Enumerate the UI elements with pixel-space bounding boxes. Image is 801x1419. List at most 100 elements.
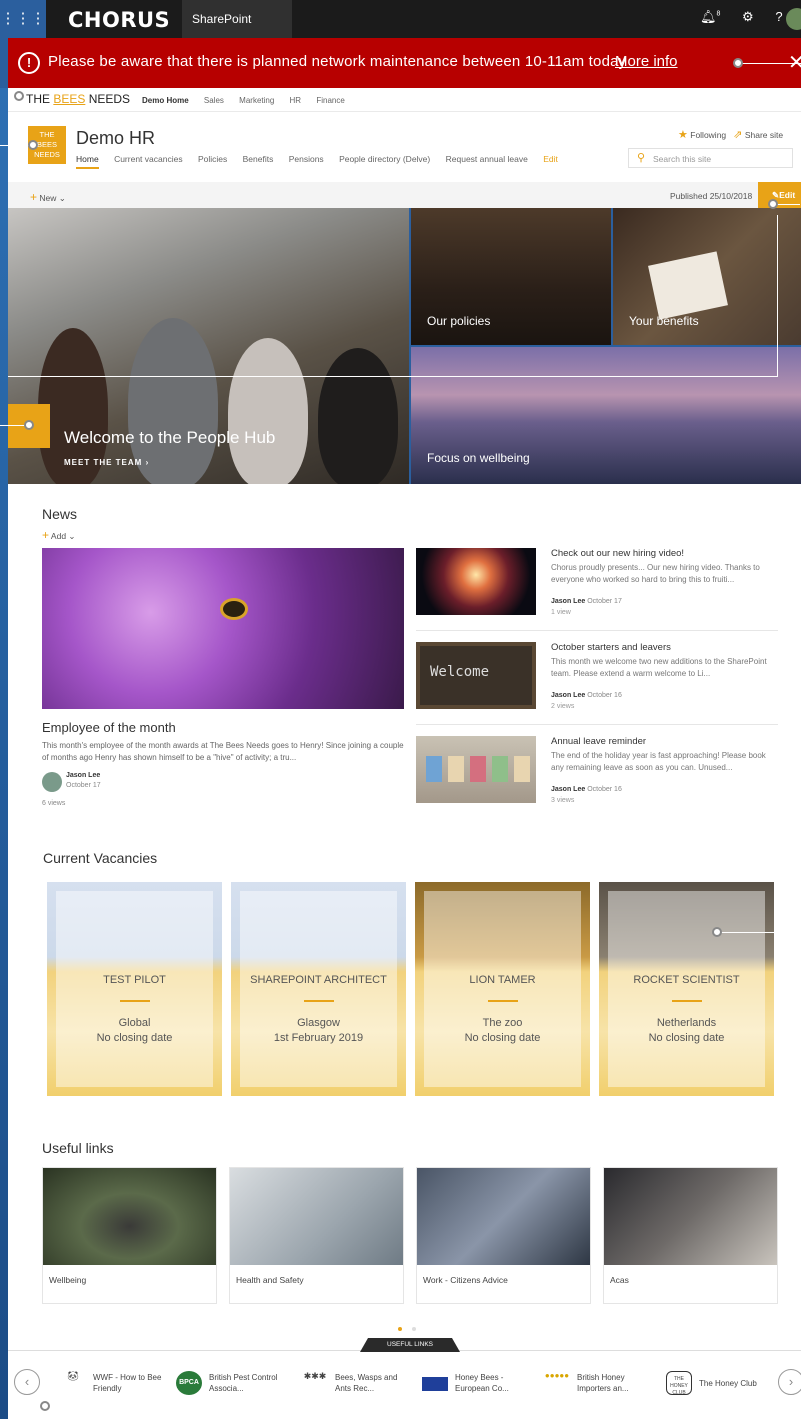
news-item-byline: Jason Lee October 16 (551, 786, 622, 793)
news-item-byline: Jason Lee October 16 (551, 692, 622, 699)
news-item-title[interactable]: October starters and leavers (551, 642, 671, 653)
footer-link-label: Bees, Wasps and Ants Rec... (335, 1373, 398, 1393)
notification-bell-icon[interactable]: 🔔︎8 (700, 9, 720, 25)
vacancy-role: TEST PILOT (103, 974, 166, 986)
site-nav-pensions[interactable]: Pensions (289, 154, 324, 164)
app-name[interactable]: SharePoint (182, 0, 292, 38)
share-site-button[interactable]: Share site (745, 130, 783, 140)
bunting-image (470, 756, 486, 782)
link-label: Wellbeing (49, 1275, 87, 1285)
hub-nav-sales[interactable]: Sales (204, 96, 224, 105)
news-list-item[interactable]: Check out our new hiring video! Chorus p… (416, 548, 778, 638)
site-nav-policies[interactable]: Policies (198, 154, 227, 164)
useful-link-card[interactable]: Wellbeing (42, 1167, 217, 1304)
site-nav-home[interactable]: Home (76, 154, 99, 169)
site-nav-edit[interactable]: Edit (543, 154, 558, 164)
vacancy-card[interactable]: TEST PILOT Global No closing date (47, 882, 222, 1096)
news-item-title[interactable]: Check out our new hiring video! (551, 548, 684, 559)
site-nav-people-directory[interactable]: People directory (Delve) (339, 154, 430, 164)
page-left-edge (0, 88, 8, 1419)
vacancy-card[interactable]: SHAREPOINT ARCHITECT Glasgow 1st Februar… (231, 882, 406, 1096)
site-title[interactable]: Demo HR (76, 128, 155, 149)
app-launcher-icon[interactable]: ⋮⋮⋮ (0, 0, 46, 38)
vacancy-card[interactable]: LION TAMER The zoo No closing date (415, 882, 590, 1096)
hero-tile-benefits[interactable]: Your benefits (613, 208, 801, 345)
following-button[interactable]: Following (690, 130, 726, 140)
footer-links-bar: USEFUL LINKS ‹ 🐼︎ WWF - How to Bee Frien… (8, 1338, 801, 1419)
vacancy-card[interactable]: ROCKET SCIENTIST Netherlands No closing … (599, 882, 774, 1096)
news-author[interactable]: Jason Lee (551, 786, 585, 793)
news-thumbnail (416, 548, 536, 615)
hub-nav-marketing[interactable]: Marketing (239, 96, 274, 105)
news-list-item[interactable]: Annual leave reminder The end of the hol… (416, 736, 778, 826)
link-label: Health and Safety (236, 1275, 304, 1285)
callout-dot (712, 927, 722, 937)
news-main-description: This month's employee of the month award… (42, 741, 404, 762)
hero-tile-wellbeing[interactable]: Focus on wellbeing (411, 347, 801, 484)
help-icon[interactable]: ? (775, 9, 782, 24)
chevron-left-icon[interactable]: ‹ (14, 1369, 40, 1395)
news-add-button[interactable]: + Add ⌄ (42, 528, 76, 542)
site-actions: ★ Following ⇗ Share site (678, 128, 783, 141)
news-title[interactable]: News (42, 506, 77, 522)
footer-tab[interactable]: USEFUL LINKS (360, 1338, 460, 1352)
carousel-dot[interactable] (398, 1327, 402, 1331)
gift-image (648, 251, 728, 320)
hero-image (228, 338, 308, 484)
vacancy-card-panel (56, 891, 213, 1087)
brand-logo[interactable]: CHORUS (68, 8, 170, 32)
news-list-item[interactable]: Welcome October starters and leavers Thi… (416, 642, 778, 732)
news-main-image[interactable] (42, 548, 404, 709)
alert-more-info-link[interactable]: More info (615, 53, 678, 70)
news-views: 2 views (551, 703, 575, 710)
footer-link-label: The Honey Club (699, 1379, 757, 1388)
user-avatar[interactable] (786, 8, 801, 30)
share-icon[interactable]: ⇗ (733, 129, 742, 141)
new-label: New (39, 193, 57, 203)
new-button[interactable]: + New ⌄ (30, 190, 66, 204)
hub-navigation: THE BEES NEEDS Demo Home Sales Marketing… (8, 88, 801, 112)
hub-logo[interactable]: THE BEES NEEDS (26, 92, 130, 106)
chevron-right-icon[interactable]: › (778, 1369, 801, 1395)
news-author[interactable]: Jason Lee (551, 598, 585, 605)
callout-line (718, 932, 801, 933)
meet-the-team-link[interactable]: MEET THE TEAM › (64, 458, 149, 467)
carousel-dot[interactable] (412, 1327, 416, 1331)
insects-icon: ✱✱✱ (303, 1371, 327, 1381)
divider (488, 1000, 518, 1002)
settings-gear-icon[interactable]: ⚙ (742, 9, 754, 25)
news-item-title[interactable]: Annual leave reminder (551, 736, 646, 747)
hero-tile-policies[interactable]: Our policies (411, 208, 611, 345)
divider (304, 1000, 334, 1002)
hero-main-tile[interactable]: Welcome to the People Hub MEET THE TEAM … (8, 208, 409, 484)
site-nav-vacancies[interactable]: Current vacancies (114, 154, 183, 164)
hub-nav-demo-home[interactable]: Demo Home (142, 96, 189, 105)
star-icon[interactable]: ★ (678, 129, 688, 141)
footer-link-label: WWF - How to Bee Friendly (93, 1373, 162, 1393)
vacancy-card-panel (424, 891, 581, 1087)
bunting-image (514, 756, 530, 782)
news-thumbnail (416, 736, 536, 803)
vacancy-card-panel (608, 891, 765, 1087)
link-image (230, 1168, 403, 1265)
site-nav-annual-leave[interactable]: Request annual leave (446, 154, 528, 164)
news-main-title[interactable]: Employee of the month (42, 720, 176, 735)
news-date: October 16 (587, 786, 622, 793)
vacancy-location: Glasgow (297, 1017, 340, 1029)
site-nav-benefits[interactable]: Benefits (243, 154, 274, 164)
edit-label: Edit (779, 190, 796, 200)
search-input[interactable]: ⚲ Search this site (628, 148, 793, 168)
useful-link-card[interactable]: Acas (603, 1167, 778, 1304)
panda-icon: 🐼︎ (67, 1371, 79, 1381)
news-date: October 16 (587, 692, 622, 699)
news-author[interactable]: Jason Lee (66, 772, 100, 779)
hub-nav-finance[interactable]: Finance (316, 96, 344, 105)
honey-importers-logo-icon: ●●●●● (544, 1371, 570, 1380)
avatar (42, 772, 62, 792)
footer-link-label: British Honey Importers an... (577, 1373, 629, 1393)
news-thumbnail: Welcome (416, 642, 536, 709)
useful-link-card[interactable]: Work - Citizens Advice (416, 1167, 591, 1304)
useful-link-card[interactable]: Health and Safety (229, 1167, 404, 1304)
hub-nav-hr[interactable]: HR (290, 96, 302, 105)
news-author[interactable]: Jason Lee (551, 692, 585, 699)
